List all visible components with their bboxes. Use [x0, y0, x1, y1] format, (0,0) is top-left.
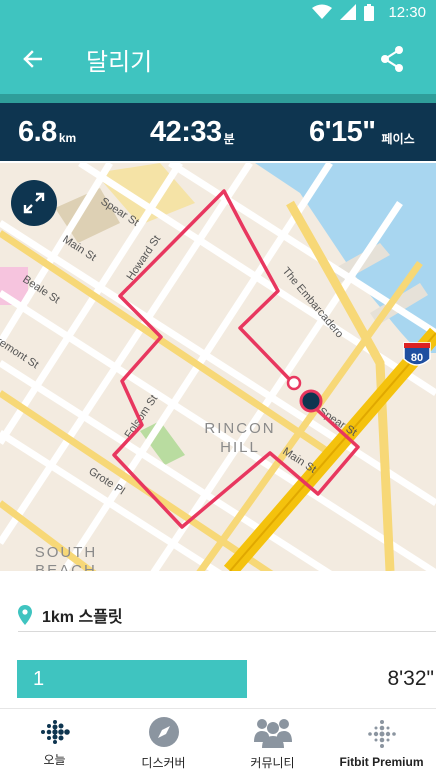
arrow-left-icon — [23, 50, 42, 68]
pace-value: 6'15" — [309, 115, 376, 148]
highway-label: 80 — [411, 352, 423, 364]
splits-title: 1km 스플릿 — [42, 608, 123, 626]
highway-shield-icon: 80 — [403, 342, 431, 366]
nav-label: 커뮤니티 — [250, 756, 295, 770]
signal-icon — [340, 4, 357, 20]
nav-premium[interactable]: Fitbit Premium — [327, 709, 436, 778]
wifi-icon — [312, 4, 333, 19]
distance-value: 6.8 — [18, 115, 57, 148]
duration-value: 42:33 — [150, 115, 222, 148]
location-pin-icon — [18, 604, 32, 625]
split-index: 1 — [33, 667, 45, 690]
summary-stats: 6.8 km 42:33 분 6'15" 페이스 — [0, 103, 436, 161]
nav-discover[interactable]: 디스커버 — [109, 709, 218, 778]
distance-unit: km — [58, 131, 77, 145]
route-end-marker — [299, 389, 323, 413]
nav-label: 디스커버 — [141, 756, 186, 770]
app-bar-divider — [0, 94, 436, 103]
area-label: HILL — [220, 439, 260, 456]
fitbit-dots-icon — [40, 720, 70, 744]
duration-unit: 분 — [223, 131, 235, 146]
community-icon — [253, 719, 292, 748]
share-icon — [381, 46, 403, 72]
expand-icon — [23, 192, 45, 214]
compass-icon — [148, 717, 179, 747]
area-label: RINCON — [204, 420, 275, 437]
nav-label: Fitbit Premium — [339, 754, 424, 769]
nav-community[interactable]: 커뮤니티 — [218, 709, 327, 778]
app-bar: 달리기 — [0, 24, 436, 94]
split-bar: 1 — [17, 660, 247, 698]
battery-icon — [364, 3, 375, 21]
distance-stat: 6.8 km — [18, 103, 76, 161]
route-start-marker — [286, 375, 302, 391]
expand-map-button[interactable] — [11, 180, 57, 226]
duration-stat: 42:33 분 — [150, 103, 235, 161]
street-label: Main St — [280, 445, 318, 475]
nav-today[interactable]: 오늘 — [0, 709, 109, 778]
split-time: 8'32" — [387, 667, 434, 690]
split-row: 1 8'32" — [17, 660, 436, 698]
pace-stat: 6'15" 페이스 — [309, 103, 415, 161]
bottom-nav: 오늘 디스커버 커뮤니티 Fitbit Premium — [0, 708, 436, 778]
pace-unit: 페이스 — [381, 131, 415, 146]
premium-dots-icon — [367, 719, 396, 748]
area-label: BEACH — [35, 562, 97, 571]
share-button[interactable] — [362, 24, 422, 94]
back-button[interactable] — [0, 24, 64, 94]
bay-water — [255, 163, 436, 353]
area-label: SOUTH — [35, 544, 98, 561]
route-map[interactable]: 80 Spear St Howard St Main St Beale St T… — [0, 163, 436, 571]
status-time: 12:30 — [388, 3, 426, 21]
status-bar: 12:30 — [0, 0, 436, 24]
splits-header: 1km 스플릿 — [18, 598, 436, 632]
page-title: 달리기 — [86, 48, 153, 76]
nav-label: 오늘 — [43, 753, 66, 767]
